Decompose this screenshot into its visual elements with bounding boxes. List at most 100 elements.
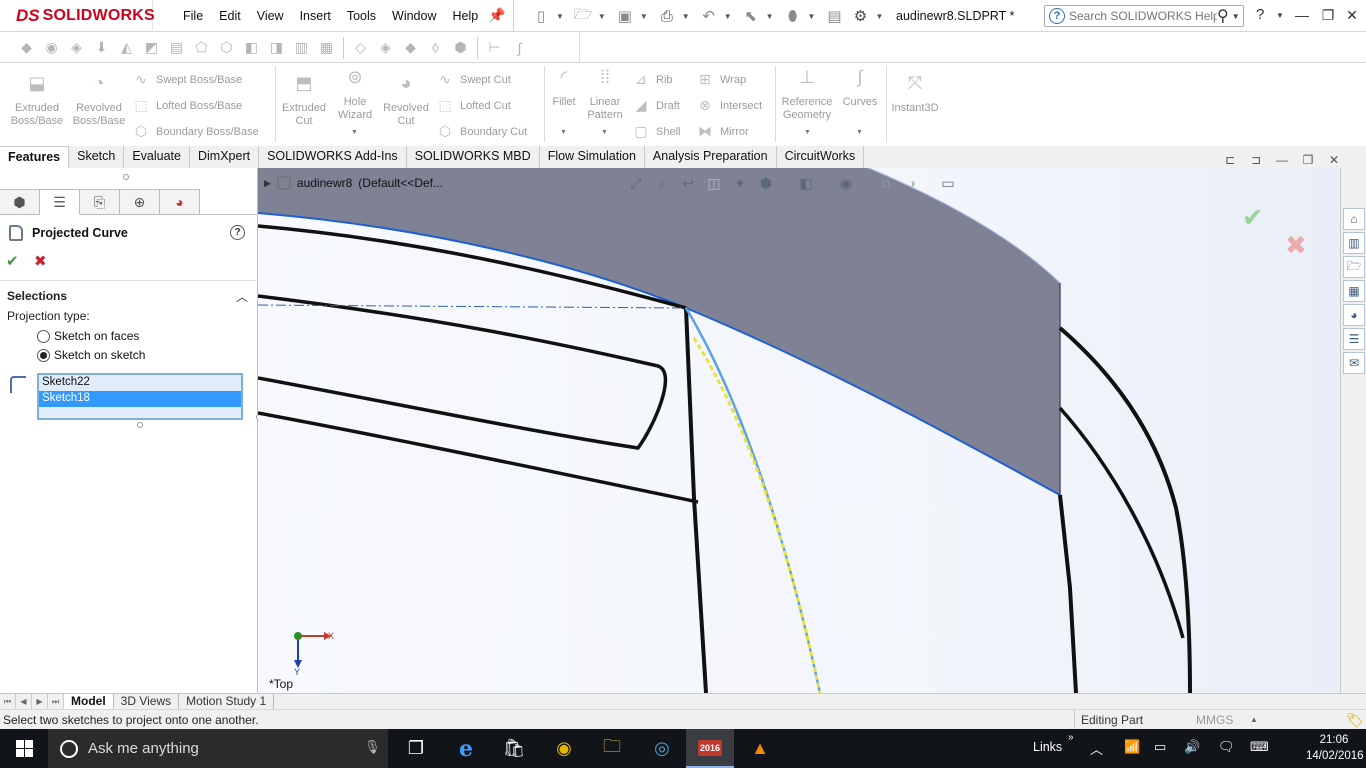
menu-window[interactable]: Window: [384, 9, 444, 23]
help-icon[interactable]: ?: [1256, 6, 1264, 23]
select-arrow-icon[interactable]: ⬉: [740, 5, 762, 27]
tab-dimxpert[interactable]: DimXpert: [189, 146, 260, 168]
first-tab-icon[interactable]: ⏮: [0, 694, 16, 709]
solidworks-logo[interactable]: DS SOLIDWORKS: [0, 0, 155, 32]
app-globe-icon[interactable]: ◎: [638, 729, 686, 768]
tab-analysis-preparation[interactable]: Analysis Preparation: [644, 146, 777, 168]
links-chevron-icon[interactable]: »: [1068, 732, 1074, 743]
menu-file[interactable]: File: [175, 9, 211, 23]
property-manager-tab-icon[interactable]: ☰: [40, 189, 80, 215]
swept-boss-button[interactable]: ∿ Swept Boss/Base: [132, 71, 242, 88]
hide-show-items-icon[interactable]: ◉: [836, 173, 856, 193]
toolbar-icon-3[interactable]: ◈: [66, 37, 87, 58]
graphics-area[interactable]: X Y ▶ audinewr8 (Default<<Def... ⤢ ⌕ ↩ ◫…: [258, 168, 1340, 693]
dimxpert-manager-tab-icon[interactable]: ⊕: [120, 189, 160, 215]
doc-restore-button[interactable]: ❐: [1298, 152, 1318, 168]
zoom-to-area-icon[interactable]: ⌕: [652, 173, 672, 193]
save-dropdown-icon[interactable]: ▼: [640, 12, 648, 21]
linear-pattern-button[interactable]: ⁞⁞ Linear Pattern: [582, 68, 628, 122]
shell-button[interactable]: ▢ Shell: [632, 123, 680, 140]
network-icon[interactable]: 📶: [1124, 739, 1140, 755]
zoom-to-fit-icon[interactable]: ⤢: [626, 173, 646, 193]
section-view-icon[interactable]: ◫: [704, 173, 724, 193]
dynamic-annotation-icon[interactable]: ✦: [730, 173, 750, 193]
vlc-icon[interactable]: ▲: [736, 729, 784, 768]
rebuild-icon[interactable]: ⬮: [782, 5, 804, 27]
radio-sketch-on-sketch[interactable]: Sketch on sketch: [37, 348, 145, 362]
save-icon[interactable]: ▣: [614, 5, 636, 27]
boundary-boss-button[interactable]: ⬡ Boundary Boss/Base: [132, 123, 259, 140]
pin-menu-icon[interactable]: 📌: [488, 7, 505, 23]
help-dropdown-icon[interactable]: ▼: [1276, 11, 1284, 20]
forum-icon[interactable]: ✉: [1343, 352, 1365, 374]
toolbar-icon-8[interactable]: ⬠: [191, 37, 212, 58]
revolved-cut-button[interactable]: ◕ Revolved Cut: [380, 74, 432, 128]
boundary-cut-button[interactable]: ⬡ Boundary Cut: [436, 123, 527, 140]
battery-icon[interactable]: ▭: [1154, 739, 1166, 755]
apply-scene-icon[interactable]: ◑: [902, 173, 922, 193]
store-icon[interactable]: 🛍: [490, 729, 538, 768]
display-manager-tab-icon[interactable]: ◕: [160, 189, 200, 215]
confirmation-ok-icon[interactable]: ✔: [1242, 202, 1264, 233]
toolbar-icon-2[interactable]: ◉: [41, 37, 62, 58]
doc-close-button[interactable]: ✕: [1324, 152, 1344, 168]
tab-circuitworks[interactable]: CircuitWorks: [776, 146, 865, 168]
unit-system-dropdown-icon[interactable]: ▲: [1250, 715, 1258, 724]
curves-dropdown-icon[interactable]: ▼: [856, 129, 863, 136]
rebuild-dropdown-icon[interactable]: ▼: [808, 12, 816, 21]
tab-motion-study[interactable]: Motion Study 1: [179, 694, 275, 709]
list-item[interactable]: Sketch22: [39, 375, 241, 391]
help-search-input[interactable]: [1069, 9, 1217, 23]
undo-dropdown-icon[interactable]: ▼: [724, 12, 732, 21]
toolbar-icon-13[interactable]: ▦: [316, 37, 337, 58]
ok-button[interactable]: ✔: [6, 252, 19, 270]
toolbar-icon-14[interactable]: ◇: [350, 37, 371, 58]
expand-arrow-icon[interactable]: ▶: [264, 178, 271, 189]
toolbar-icon-7[interactable]: ▤: [166, 37, 187, 58]
panel-grip-handle[interactable]: [123, 174, 129, 180]
fillet-button[interactable]: ◜ Fillet: [548, 68, 580, 109]
toolbar-icon-1[interactable]: ◆: [16, 37, 37, 58]
pattern-dropdown-icon[interactable]: ▼: [601, 129, 608, 136]
menu-edit[interactable]: Edit: [211, 9, 249, 23]
confirmation-cancel-icon[interactable]: ✖: [1285, 230, 1307, 261]
toolbar-icon-6[interactable]: ◩: [141, 37, 162, 58]
hole-wizard-button[interactable]: ⊚ Hole Wizard: [330, 68, 380, 122]
solidworks-resources-icon[interactable]: ⌂: [1343, 208, 1365, 230]
toolbar-icon-15[interactable]: ◈: [375, 37, 396, 58]
list-resize-handle[interactable]: [137, 422, 143, 428]
tab-mbd[interactable]: SOLIDWORKS MBD: [406, 146, 540, 168]
minimize-window-button[interactable]: —: [1290, 4, 1314, 26]
menu-help[interactable]: Help: [445, 9, 487, 23]
tab-addins[interactable]: SOLIDWORKS Add-Ins: [259, 146, 407, 168]
flyout-part-name[interactable]: audinewr8: [297, 176, 352, 190]
undo-icon[interactable]: ↶: [698, 5, 720, 27]
reference-geometry-button[interactable]: ⊥ Reference Geometry: [778, 68, 836, 122]
file-properties-icon[interactable]: ▤: [823, 5, 845, 27]
options-gear-icon[interactable]: ⚙: [849, 5, 871, 27]
file-explorer-taskbar-icon[interactable]: 🗀: [588, 729, 636, 768]
help-search-box[interactable]: ? ⚲ ▼: [1044, 5, 1244, 27]
cortana-search-box[interactable]: Ask me anything 🎙: [48, 729, 388, 768]
edit-appearance-icon[interactable]: ◌: [876, 173, 896, 193]
selections-group-header[interactable]: Selections: [0, 286, 258, 306]
fillet-dropdown-icon[interactable]: ▼: [560, 129, 567, 136]
search-dropdown-icon[interactable]: ▼: [1232, 12, 1240, 21]
new-document-icon[interactable]: ▯: [530, 5, 552, 27]
view-palette-icon[interactable]: ▦: [1343, 280, 1365, 302]
custom-properties-icon[interactable]: ☰: [1343, 328, 1365, 350]
rib-button[interactable]: ⊿ Rib: [632, 71, 672, 88]
doc-tile-left-icon[interactable]: ⊏: [1220, 152, 1240, 168]
sketches-selection-list[interactable]: Sketch22 Sketch18: [37, 373, 243, 420]
configuration-manager-tab-icon[interactable]: ⎘: [80, 189, 120, 215]
wrap-button[interactable]: ⊞ Wrap: [696, 71, 746, 88]
radio-sketch-indicator[interactable]: [37, 348, 50, 362]
open-dropdown-icon[interactable]: ▼: [598, 12, 606, 21]
toolbar-icon-11[interactable]: ◨: [266, 37, 287, 58]
toolbar-icon-18[interactable]: ⬢: [450, 37, 471, 58]
toolbar-icon-5[interactable]: ◭: [116, 37, 137, 58]
draft-button[interactable]: ◢ Draft: [632, 97, 680, 114]
lofted-cut-button[interactable]: ⬚ Lofted Cut: [436, 97, 510, 114]
curves-button[interactable]: ∫ Curves: [840, 68, 880, 109]
toolbar-icon-10[interactable]: ◧: [241, 37, 262, 58]
